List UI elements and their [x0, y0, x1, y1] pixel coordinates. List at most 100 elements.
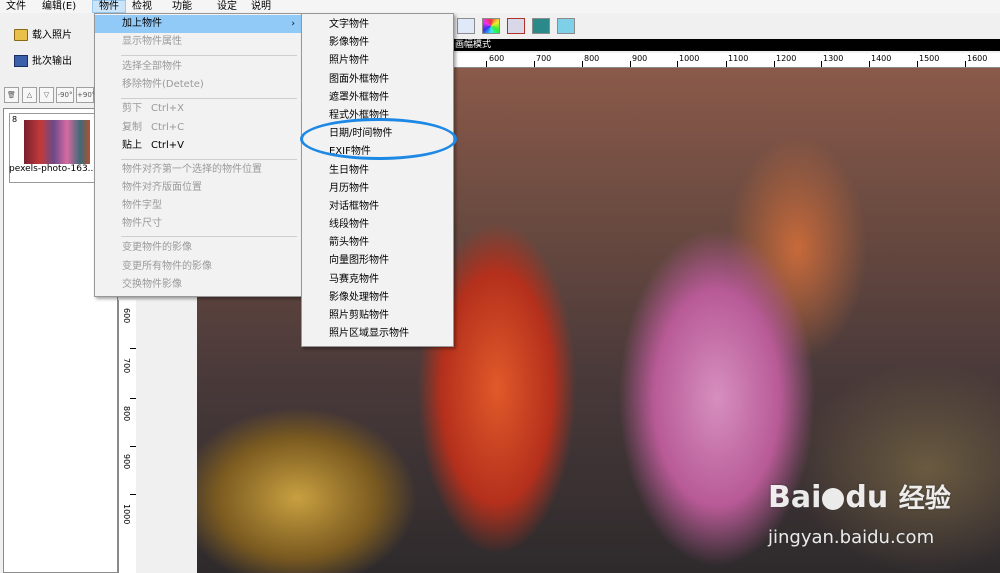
- screen-icon[interactable]: [557, 18, 575, 34]
- hruler-label: 1600: [967, 54, 988, 63]
- hruler-label: 600: [489, 54, 505, 63]
- watermark-brand-part1: Bai: [768, 480, 822, 515]
- menu-item-label: 加上物件: [122, 18, 162, 29]
- load-photo-button[interactable]: 载入照片: [10, 26, 98, 45]
- vruler-label: 900: [122, 454, 131, 470]
- menu-item-cut[interactable]: 剪下 Ctrl+X: [95, 100, 301, 118]
- menu-item-swap-image[interactable]: 交换物件影像: [122, 276, 182, 294]
- hruler-line: [534, 61, 535, 67]
- pointer-icon[interactable]: [457, 18, 475, 34]
- menu-item-select-all[interactable]: 选择全部物件: [122, 58, 182, 76]
- submenu-item-frame[interactable]: 图面外框物件: [329, 71, 389, 89]
- hruler-line: [774, 61, 775, 67]
- submenu-item-program-frame[interactable]: 程式外框物件: [329, 107, 389, 125]
- chevron-right-icon: ›: [291, 19, 295, 29]
- menu-item-copy[interactable]: 复制 Ctrl+C: [95, 119, 301, 137]
- color-grid-icon[interactable]: [482, 18, 500, 34]
- horizontal-ruler: 600 700 800 900 1000 1100 1200 1300 1400…: [453, 53, 1000, 68]
- submenu-item-mask-frame[interactable]: 遮罩外框物件: [329, 89, 389, 107]
- hruler-label: 900: [632, 54, 648, 63]
- trash-icon[interactable]: 🗑: [4, 87, 19, 103]
- vruler-line: [130, 494, 136, 495]
- vruler-label: 800: [122, 406, 131, 422]
- submenu-item-dialog[interactable]: 对话框物件: [329, 198, 379, 216]
- submenu-item-vector[interactable]: 向量图形物件: [329, 252, 389, 270]
- hruler-line: [677, 61, 678, 67]
- load-photo-label: 载入照片: [32, 30, 72, 41]
- submenu-item-photo[interactable]: 照片物件: [329, 52, 369, 70]
- menu-item-align-page[interactable]: 物件对齐版面位置: [122, 179, 202, 197]
- menu-bar: 文件 编辑(E) 物件 检视 功能 设定 说明: [0, 0, 1000, 13]
- export-icon[interactable]: [507, 18, 525, 34]
- menu-item-font[interactable]: 物件字型: [122, 197, 162, 215]
- submenu-item-line[interactable]: 线段物件: [329, 216, 369, 234]
- menu-item-show-props[interactable]: 显示物件属性: [122, 33, 182, 51]
- rotate-right-button[interactable]: +90°: [76, 87, 95, 103]
- canvas-mode-label: 画幅模式: [455, 40, 492, 50]
- hruler-label: 1000: [679, 54, 700, 63]
- hruler-label: 800: [584, 54, 600, 63]
- paw-icon: [822, 487, 845, 510]
- watermark-brand: Bai du 经验: [768, 478, 951, 515]
- menu-item-size[interactable]: 物件尺寸: [122, 215, 162, 233]
- disk-icon: [14, 55, 28, 67]
- vertical-ruler: 600 700 800 900 1000: [118, 300, 136, 573]
- move-up-button[interactable]: △: [22, 87, 37, 103]
- menu-separator: [121, 159, 297, 160]
- vruler-label: 1000: [122, 504, 131, 525]
- vruler-label: 600: [122, 308, 131, 324]
- submenu-item-image-process[interactable]: 影像处理物件: [329, 289, 389, 307]
- menu-item-align-first[interactable]: 物件对齐第一个选择的物件位置: [122, 161, 262, 179]
- image-icon[interactable]: [532, 18, 550, 34]
- watermark-cn: 经验: [898, 484, 951, 514]
- submenu-item-mosaic[interactable]: 马赛克物件: [329, 271, 379, 289]
- add-object-submenu: 文字物件 影像物件 照片物件 图面外框物件 遮罩外框物件 程式外框物件 日期/时…: [301, 13, 454, 347]
- hruler-label: 1200: [776, 54, 797, 63]
- hruler-label: 700: [536, 54, 552, 63]
- menu-item-change-image[interactable]: 变更物件的影像: [122, 239, 192, 257]
- menu-separator: [121, 236, 297, 237]
- hruler-line: [917, 61, 918, 67]
- menu-item-delete[interactable]: 移除物件(Detete): [122, 76, 204, 94]
- submenu-item-birthday[interactable]: 生日物件: [329, 162, 369, 180]
- hruler-line: [486, 61, 487, 67]
- submenu-item-exif[interactable]: EXIF物件: [329, 143, 371, 161]
- menu-item-shortcut: Ctrl+X: [151, 103, 185, 114]
- vruler-line: [130, 348, 136, 349]
- menu-item-shortcut: Ctrl+V: [151, 140, 185, 151]
- canvas-mode-bar: 画幅模式: [453, 39, 1000, 51]
- thumbnail-filename: pexels-photo-163...: [9, 164, 97, 174]
- vruler-line: [130, 398, 136, 399]
- menu-edit[interactable]: 编辑(E): [36, 0, 82, 13]
- menu-function[interactable]: 功能: [166, 0, 198, 13]
- menu-help[interactable]: 说明: [245, 0, 277, 13]
- batch-output-button[interactable]: 批次输出: [10, 52, 98, 71]
- menu-item-label: 贴上: [122, 140, 142, 151]
- menu-settings[interactable]: 设定: [211, 0, 243, 13]
- submenu-item-calendar[interactable]: 月历物件: [329, 180, 369, 198]
- menu-file[interactable]: 文件: [0, 0, 32, 13]
- submenu-item-photo-region[interactable]: 照片区域显示物件: [329, 325, 409, 343]
- watermark-url: jingyan.baidu.com: [768, 527, 935, 548]
- hruler-label: 1300: [823, 54, 844, 63]
- menu-object[interactable]: 物件: [92, 0, 126, 13]
- menu-separator: [121, 98, 297, 99]
- submenu-item-photo-clip[interactable]: 照片剪贴物件: [329, 307, 389, 325]
- thumbnail-image: [24, 120, 90, 164]
- menu-view[interactable]: 检视: [126, 0, 158, 13]
- hruler-line: [582, 61, 583, 67]
- menu-item-change-all-images[interactable]: 变更所有物件的影像: [122, 258, 212, 276]
- submenu-item-datetime[interactable]: 日期/时间物件: [329, 125, 392, 143]
- folder-icon: [14, 29, 28, 41]
- rotate-left-button[interactable]: -90°: [56, 87, 74, 103]
- hruler-label: 1400: [871, 54, 892, 63]
- move-down-button[interactable]: ▽: [39, 87, 54, 103]
- hruler-line: [726, 61, 727, 67]
- menu-item-add-object[interactable]: 加上物件 ›: [95, 15, 301, 33]
- submenu-item-arrow[interactable]: 箭头物件: [329, 234, 369, 252]
- submenu-item-image[interactable]: 影像物件: [329, 34, 369, 52]
- submenu-item-text[interactable]: 文字物件: [329, 16, 369, 34]
- watermark-brand-part2: du: [845, 480, 889, 515]
- hruler-line: [965, 61, 966, 67]
- menu-item-paste[interactable]: 贴上 Ctrl+V: [95, 137, 301, 155]
